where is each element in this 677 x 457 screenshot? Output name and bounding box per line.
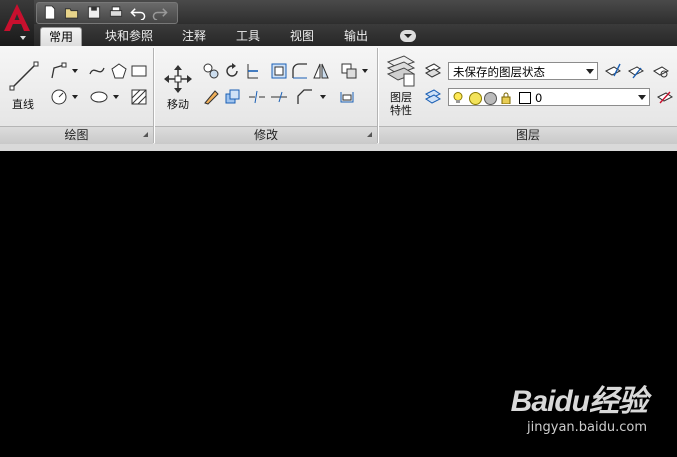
chamfer-dropdown-icon[interactable] — [320, 95, 326, 99]
ellipse-dropdown-icon[interactable] — [113, 95, 119, 99]
chevron-down-icon — [404, 34, 412, 38]
polyline-dropdown-icon[interactable] — [72, 69, 78, 73]
chevron-down-icon — [638, 95, 646, 100]
layer-state-dropdown[interactable]: 未保存的图层状态 — [448, 62, 598, 80]
lightbulb-icon — [453, 91, 463, 103]
layer-states-icon[interactable] — [424, 62, 442, 80]
save-icon[interactable] — [86, 5, 102, 20]
break-icon[interactable] — [248, 88, 266, 106]
application-menu-button[interactable] — [0, 0, 34, 46]
circle-dropdown-icon[interactable] — [72, 95, 78, 99]
layer-walk-icon[interactable] — [656, 88, 674, 106]
chevron-down-icon — [586, 69, 594, 74]
offset-icon[interactable] — [338, 88, 356, 106]
line-tool-label: 直线 — [12, 98, 34, 111]
layer-properties-label-line2: 特性 — [390, 104, 412, 117]
polygon-icon[interactable] — [110, 62, 128, 80]
draw-panel-launcher-icon[interactable] — [143, 132, 148, 137]
ellipse-icon[interactable] — [90, 88, 108, 106]
copy-icon[interactable] — [202, 62, 220, 80]
current-layer-dropdown[interactable]: 0 — [448, 88, 650, 106]
layer-previous-icon[interactable] — [424, 88, 442, 106]
plot-icon[interactable] — [108, 5, 124, 20]
make-current-layer-icon[interactable] — [604, 62, 622, 80]
rectangle-icon[interactable] — [130, 62, 148, 80]
modify-panel-title[interactable]: 修改 — [155, 126, 377, 144]
spline-icon[interactable] — [88, 62, 106, 80]
sun-freeze-icon — [469, 92, 482, 105]
tab-blocks-references[interactable]: 块和参照 — [94, 27, 164, 46]
hatch-icon[interactable] — [130, 88, 148, 106]
autocad-logo-icon — [4, 4, 30, 31]
move-label: 移动 — [167, 98, 189, 111]
ribbon-tab-bar: 常用 块和参照 注释 工具 视图 输出 — [34, 24, 677, 47]
circle-icon[interactable] — [50, 88, 68, 106]
draw-panel-title[interactable]: 绘图 — [0, 126, 153, 144]
array-mirror-icon[interactable] — [312, 62, 330, 80]
baidu-watermark: Baidu经验 jingyan.baidu.com — [510, 376, 648, 435]
line-tool-icon[interactable] — [8, 60, 40, 92]
trim-icon[interactable] — [244, 62, 262, 80]
layer-color-swatch — [519, 92, 531, 104]
ribbon-minimize-button[interactable] — [400, 30, 416, 42]
layer-properties-label-line1: 图层 — [390, 91, 412, 104]
chamfer-icon[interactable] — [296, 88, 314, 106]
stretch-icon[interactable] — [340, 62, 358, 80]
tab-output[interactable]: 输出 — [336, 27, 376, 46]
stretch-dropdown-icon[interactable] — [362, 69, 368, 73]
watermark-brand: Baidu经验 — [510, 385, 648, 418]
tab-annotate[interactable]: 注释 — [174, 27, 214, 46]
lock-icon — [500, 91, 512, 105]
viewport-freeze-icon — [484, 92, 497, 105]
match-layer-icon[interactable] — [627, 62, 645, 80]
tab-home[interactable]: 常用 — [40, 27, 82, 47]
layer-state-value: 未保存的图层状态 — [453, 65, 545, 79]
new-icon[interactable] — [42, 5, 58, 20]
ribbon-bottom-edge — [0, 144, 677, 151]
open-icon[interactable] — [64, 5, 80, 20]
tab-view[interactable]: 视图 — [282, 27, 322, 46]
undo-icon[interactable] — [130, 5, 146, 20]
current-layer-value: 0 — [535, 91, 543, 105]
app-menu-arrow-icon — [20, 36, 26, 40]
modify-panel-launcher-icon[interactable] — [367, 132, 372, 137]
ribbon: 直线 绘图 移动 修改 图层 特性 未保存的图层状态 0 图层 — [0, 46, 677, 145]
move-icon[interactable] — [163, 64, 193, 94]
watermark-url: jingyan.baidu.com — [527, 420, 647, 435]
redo-icon[interactable] — [152, 5, 168, 20]
polyline-icon[interactable] — [50, 62, 68, 80]
explode-icon[interactable] — [223, 88, 241, 106]
layers-panel-title[interactable]: 图层 — [379, 126, 677, 144]
erase-icon[interactable] — [202, 88, 220, 106]
quick-access-toolbar — [36, 2, 178, 24]
mirror-icon[interactable] — [270, 62, 288, 80]
fillet-icon[interactable] — [291, 62, 309, 80]
layer-properties-icon[interactable] — [386, 54, 416, 88]
tab-tools[interactable]: 工具 — [228, 27, 268, 46]
layer-isolate-icon[interactable] — [652, 62, 670, 80]
rotate-icon[interactable] — [223, 62, 241, 80]
join-icon[interactable] — [270, 88, 288, 106]
